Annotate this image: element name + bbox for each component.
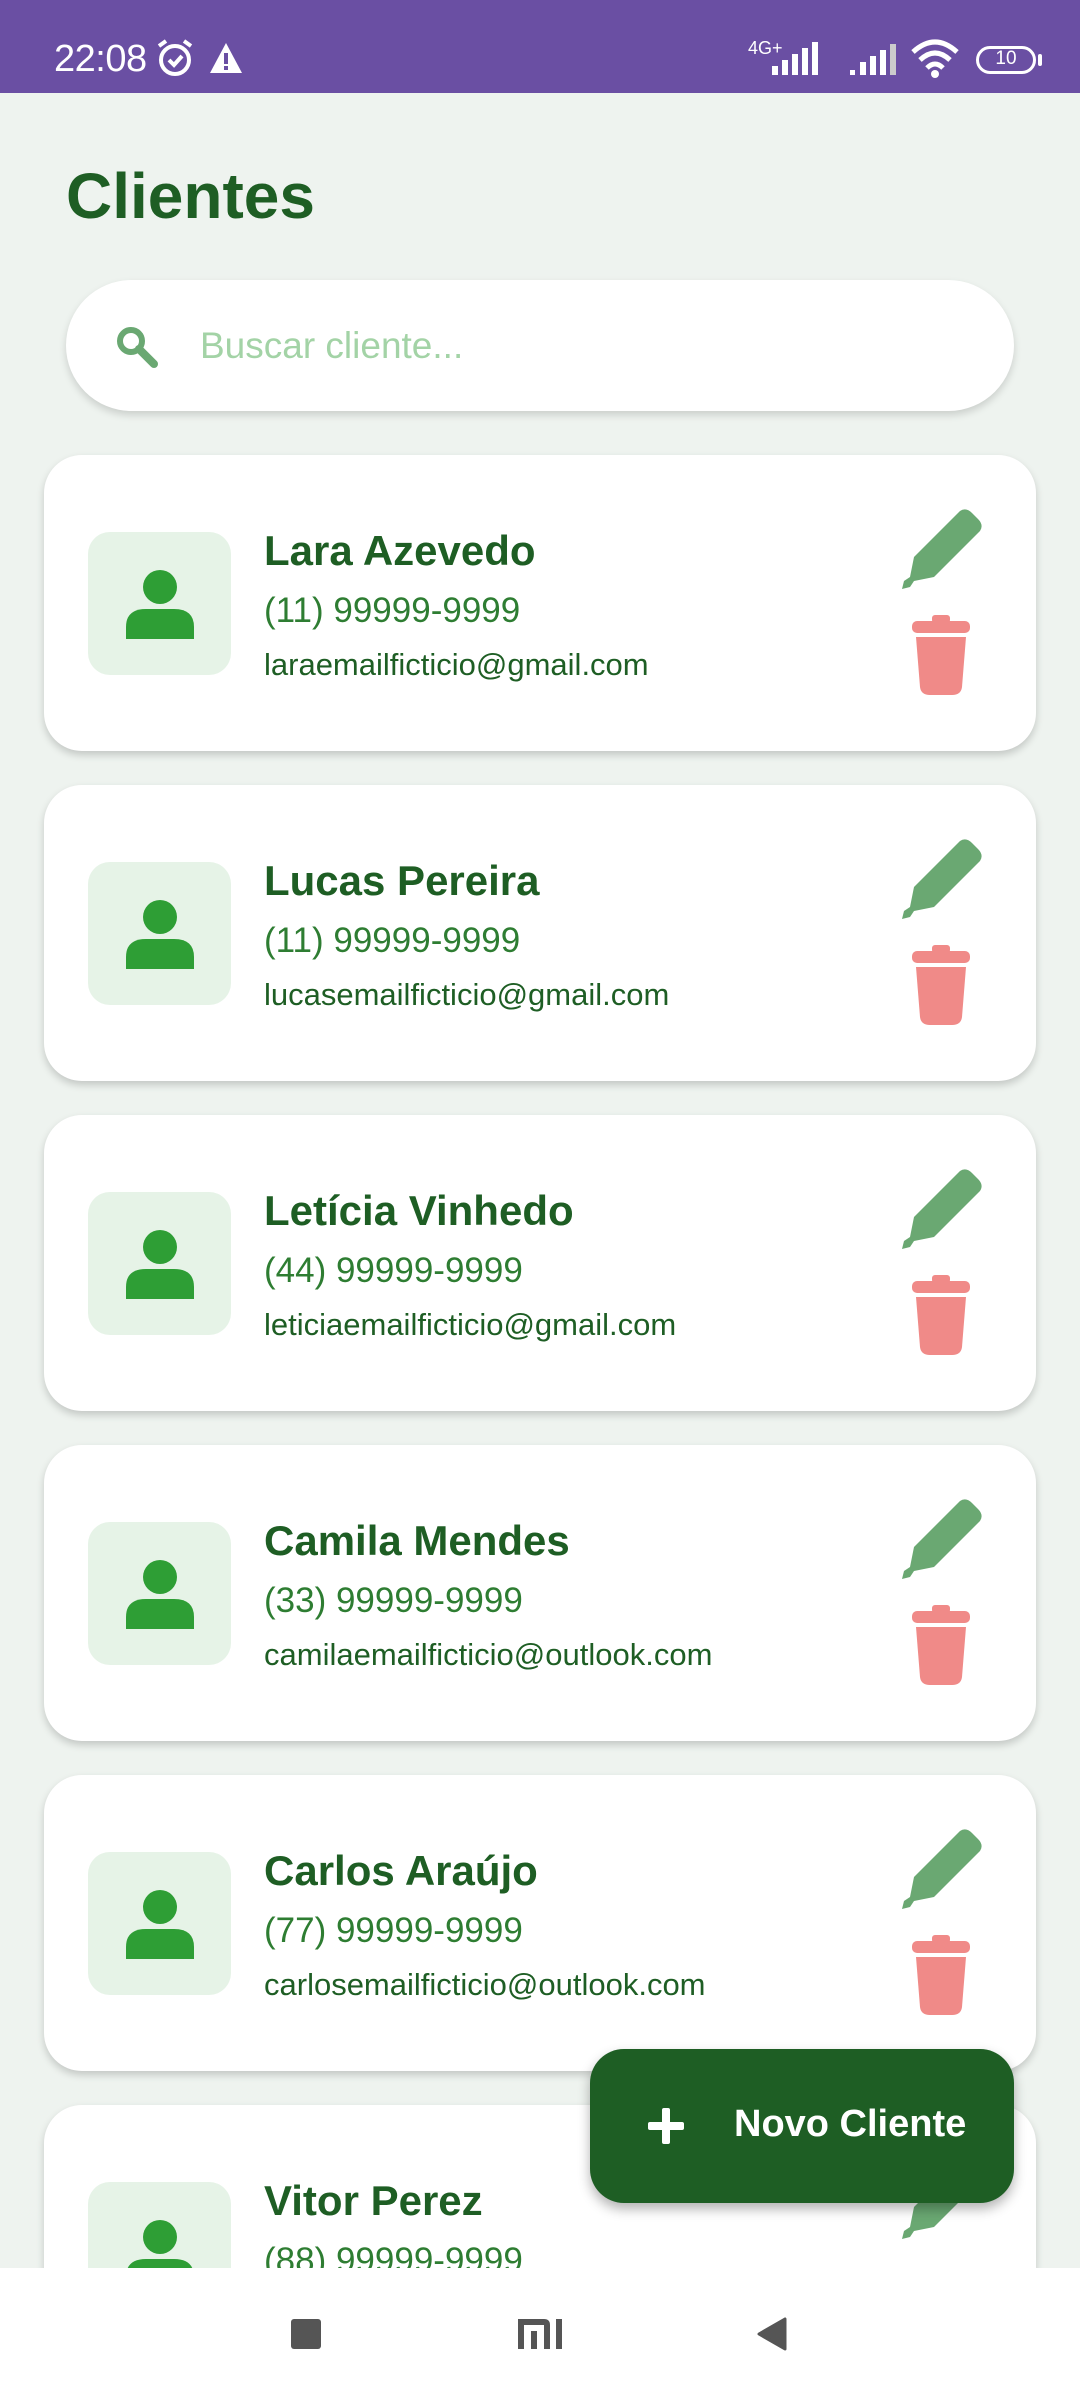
edit-button[interactable] (900, 1497, 984, 1581)
plus-icon (648, 2108, 684, 2144)
edit-button[interactable] (900, 507, 984, 591)
search-input[interactable] (198, 306, 978, 386)
client-card[interactable]: Lucas Pereira (11) 99999-9999 lucasemail… (44, 785, 1036, 1081)
client-email: camilaemailficticio@outlook.com (264, 1637, 713, 1672)
client-name: Vitor Perez (264, 2177, 483, 2224)
page-title: Clientes (66, 160, 315, 232)
square-icon (291, 2319, 321, 2349)
back-button[interactable] (712, 2268, 832, 2400)
client-card[interactable]: Camila Mendes (33) 99999-9999 camilaemai… (44, 1445, 1036, 1741)
trash-icon (912, 615, 970, 695)
main-content: Clientes Lara Azevedo (11) 99999-9999 la… (0, 93, 1080, 2268)
client-email: carlosemailficticio@outlook.com (264, 1967, 706, 2002)
client-name: Lara Azevedo (264, 527, 536, 574)
pencil-icon (902, 1499, 982, 1579)
person-icon (126, 1890, 194, 1959)
home-button[interactable] (480, 2268, 600, 2400)
pencil-icon (902, 1829, 982, 1909)
person-icon (126, 1560, 194, 1629)
trash-icon (912, 945, 970, 1025)
delete-button[interactable] (906, 1605, 976, 1685)
delete-button[interactable] (906, 945, 976, 1025)
trash-icon (912, 1275, 970, 1355)
trash-icon (912, 1605, 970, 1685)
client-email: leticiaemailficticio@gmail.com (264, 1307, 677, 1342)
client-card[interactable]: Lara Azevedo (11) 99999-9999 laraemailfi… (44, 455, 1036, 751)
client-phone: (88) 99999-9999 (264, 2241, 523, 2268)
recents-button[interactable] (246, 2268, 366, 2400)
pencil-icon (902, 1169, 982, 1249)
back-triangle-icon (757, 2317, 787, 2351)
mi-logo-icon (518, 2319, 562, 2349)
delete-button[interactable] (906, 1275, 976, 1355)
status-icons: 4G+ 10 (720, 0, 1080, 93)
wifi-icon (911, 39, 959, 78)
edit-button[interactable] (900, 837, 984, 921)
trash-icon (912, 1935, 970, 2015)
person-icon (127, 2220, 193, 2268)
battery-icon: 10 (976, 46, 1036, 74)
avatar (88, 1852, 231, 1995)
client-email: laraemailficticio@gmail.com (264, 647, 649, 682)
alarm-icon (157, 39, 193, 76)
avatar (88, 862, 231, 1005)
client-phone: (44) 99999-9999 (264, 1251, 523, 1290)
avatar (88, 1192, 231, 1335)
pencil-icon (902, 509, 982, 589)
person-icon (126, 1230, 194, 1299)
battery-level: 10 (995, 48, 1017, 69)
avatar (88, 1522, 231, 1665)
client-card[interactable]: Carlos Araújo (77) 99999-9999 carlosemai… (44, 1775, 1036, 2071)
delete-button[interactable] (906, 615, 976, 695)
search-box[interactable] (66, 280, 1014, 411)
client-phone: (33) 99999-9999 (264, 1581, 523, 1620)
client-phone: (11) 99999-9999 (264, 921, 521, 960)
signal-icon (772, 42, 818, 75)
avatar (88, 532, 231, 675)
signal-icon-2 (850, 44, 896, 75)
warning-icon (210, 43, 242, 73)
navigation-bar (0, 2268, 1080, 2400)
client-name: Letícia Vinhedo (264, 1187, 574, 1234)
person-icon (126, 900, 194, 969)
client-name: Camila Mendes (264, 1517, 570, 1564)
avatar (88, 2182, 231, 2268)
status-bar: 22:08 4G+ 10 (0, 0, 1080, 93)
client-email: lucasemailficticio@gmail.com (264, 977, 670, 1012)
battery-tip (1038, 54, 1042, 66)
search-icon (117, 327, 158, 368)
edit-button[interactable] (900, 1827, 984, 1911)
person-icon (126, 570, 194, 639)
new-client-button[interactable]: Novo Cliente (590, 2049, 1014, 2203)
client-name: Lucas Pereira (264, 857, 540, 904)
client-phone: (11) 99999-9999 (264, 591, 521, 630)
client-card[interactable]: Letícia Vinhedo (44) 99999-9999 leticiae… (44, 1115, 1036, 1411)
delete-button[interactable] (906, 1935, 976, 2015)
client-phone: (77) 99999-9999 (264, 1911, 523, 1950)
status-time: 22:08 (54, 38, 147, 80)
new-client-label: Novo Cliente (734, 2103, 967, 2145)
edit-button[interactable] (900, 1167, 984, 1251)
client-name: Carlos Araújo (264, 1847, 538, 1894)
pencil-icon (902, 839, 982, 919)
